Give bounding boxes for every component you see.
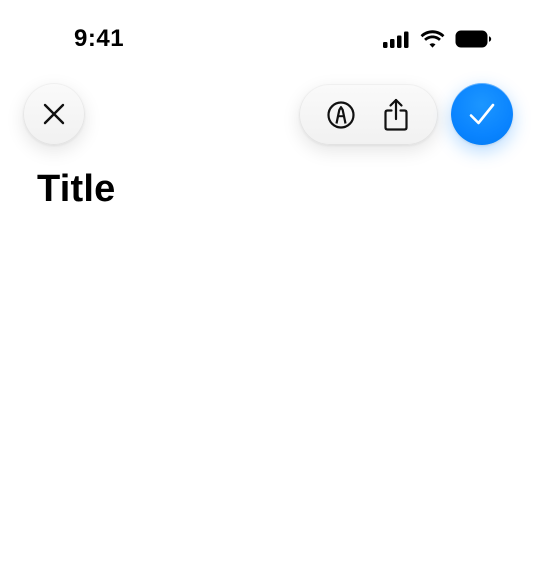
status-bar: 9:41 [0,0,536,78]
close-button[interactable] [23,83,85,145]
markup-button[interactable] [319,93,363,137]
battery-icon [455,30,492,48]
markup-pen-icon [327,100,355,129]
checkmark-icon [469,103,495,125]
status-time: 9:41 [74,25,125,52]
done-button[interactable] [451,83,513,145]
cellular-signal-icon [383,31,409,48]
close-icon [43,103,65,125]
tools-group [299,84,438,145]
share-button[interactable] [374,93,418,137]
status-icons [383,28,492,50]
wifi-icon [420,30,445,48]
share-icon [384,98,408,131]
page-title: Title [37,168,116,210]
